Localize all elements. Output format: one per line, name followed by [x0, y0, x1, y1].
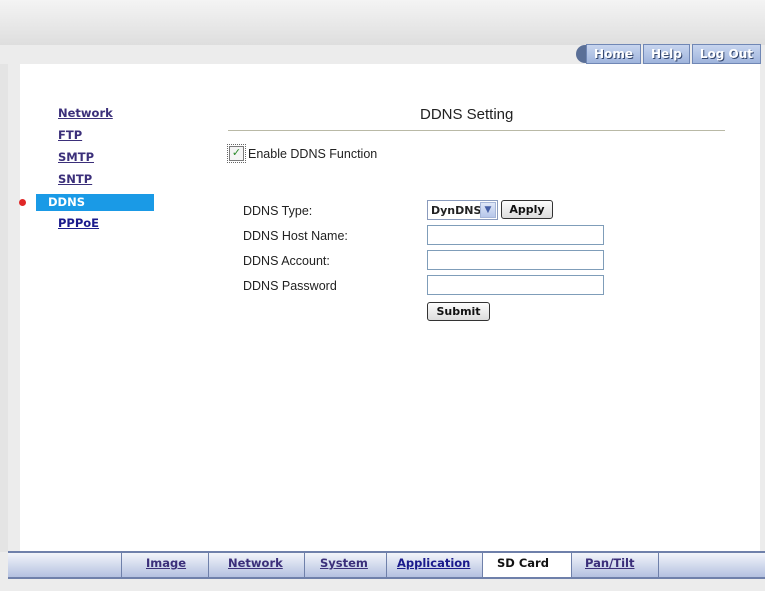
bottom-nav: Image Network System Application SD Card… [8, 551, 765, 579]
sidebar-item-sntp[interactable]: SNTP [36, 172, 196, 194]
enable-ddns-label: Enable DDNS Function [248, 146, 378, 161]
sidebar-item-smtp[interactable]: SMTP [36, 150, 196, 172]
bottom-divider [482, 553, 483, 577]
enable-ddns-checkbox[interactable]: ✓ [227, 144, 246, 163]
bottom-divider [571, 553, 572, 577]
chevron-down-icon[interactable]: ▼ [480, 202, 496, 218]
tab-sd-card[interactable]: SD Card [497, 556, 549, 570]
submit-button[interactable]: Submit [427, 302, 490, 321]
sidebar-item-ddns-wrap: DDNS [14, 194, 196, 211]
sidebar-item-ddns[interactable]: DDNS [36, 194, 154, 211]
tab-image[interactable]: Image [146, 556, 186, 570]
apply-button[interactable]: Apply [501, 200, 553, 219]
tab-network[interactable]: Network [228, 556, 283, 570]
left-strip [0, 64, 8, 552]
password-label: DDNS Password [243, 279, 337, 293]
logout-button[interactable]: Log Out [691, 44, 761, 64]
bottom-divider [386, 553, 387, 577]
host-name-input[interactable] [427, 225, 604, 245]
sidebar-item-network[interactable]: Network [36, 106, 196, 128]
account-input[interactable] [427, 250, 604, 270]
help-button[interactable]: Help [642, 44, 690, 64]
page-title: DDNS Setting [420, 106, 514, 123]
bottom-divider [121, 553, 122, 577]
tab-pan-tilt[interactable]: Pan/Tilt [585, 556, 635, 570]
enable-ddns-row: ✓ Enable DDNS Function [227, 144, 378, 163]
bottom-divider [658, 553, 659, 577]
account-label: DDNS Account: [243, 254, 330, 268]
bottom-divider [304, 553, 305, 577]
title-divider [228, 130, 725, 131]
ddns-type-label: DDNS Type: [243, 204, 313, 218]
host-name-label: DDNS Host Name: [243, 229, 348, 243]
top-banner [0, 0, 765, 45]
sidebar-item-ftp[interactable]: FTP [36, 128, 196, 150]
home-button[interactable]: Home [586, 44, 641, 64]
tab-application[interactable]: Application [397, 556, 470, 570]
active-bullet-icon [19, 199, 26, 206]
bottom-divider [208, 553, 209, 577]
ddns-type-select[interactable]: DynDNS ▼ [427, 200, 498, 220]
top-nav: Home Help Log Out [576, 44, 761, 64]
password-input[interactable] [427, 275, 604, 295]
tab-system[interactable]: System [320, 556, 368, 570]
top-nav-cap [576, 45, 587, 63]
sidebar-item-pppoe[interactable]: PPPoE [36, 216, 196, 238]
ddns-type-value: DynDNS [431, 204, 482, 217]
sidebar: Network FTP SMTP SNTP DDNS PPPoE [19, 106, 196, 238]
